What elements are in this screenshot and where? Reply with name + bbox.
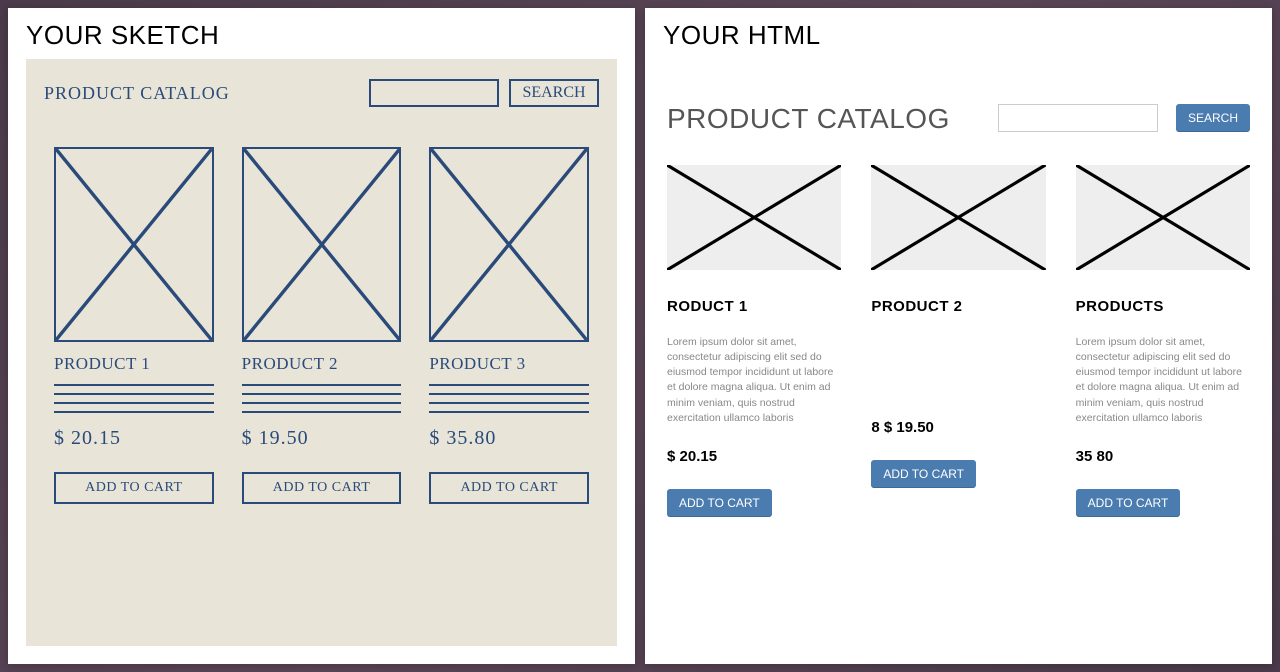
sketch-product-1: PRODUCT 1 $ 20.15 ADD TO CART [54, 147, 214, 504]
html-panel-title: YOUR HTML [645, 8, 1272, 59]
sketch-desc-lines [54, 384, 214, 413]
sketch-product-price: $ 35.80 [429, 427, 589, 450]
placeholder-image-icon [242, 147, 402, 342]
sketch-panel: YOUR SKETCH PRODUCT CATALOG SEARCH PRODU… [8, 8, 635, 664]
sketch-product-2: PRODUCT 2 $ 19.50 ADD TO CART [242, 147, 402, 504]
product-price: $ 20.15 [667, 448, 841, 465]
html-panel: YOUR HTML PRODUCT CATALOG SEARCH RODUCT … [645, 8, 1272, 664]
product-price: 35 80 [1076, 448, 1250, 465]
sketch-product-3: PRODUCT 3 $ 35.80 ADD TO CART [429, 147, 589, 504]
product-card-3: PRODUCTS Lorem ipsum dolor sit amet, con… [1076, 165, 1250, 517]
placeholder-image-icon [429, 147, 589, 342]
product-name: PRODUCTS [1076, 298, 1250, 315]
sketch-desc-lines [242, 384, 402, 413]
placeholder-image-icon [1076, 165, 1250, 270]
sketch-add-to-cart: ADD TO CART [242, 472, 402, 504]
product-price: 8 $ 19.50 [871, 419, 1045, 436]
sketch-panel-title: YOUR SKETCH [8, 8, 635, 59]
sketch-product-name: PRODUCT 1 [54, 354, 214, 374]
sketch-add-to-cart: ADD TO CART [54, 472, 214, 504]
sketch-product-name: PRODUCT 3 [429, 354, 589, 374]
placeholder-image-icon [54, 147, 214, 342]
sketch-search-input [369, 79, 499, 107]
add-to-cart-button[interactable]: ADD TO CART [1076, 489, 1181, 517]
sketch-photo: PRODUCT CATALOG SEARCH PRODUCT 1 $ 20.15… [26, 59, 617, 646]
search-input[interactable] [998, 104, 1158, 132]
product-description [871, 335, 1045, 397]
add-to-cart-button[interactable]: ADD TO CART [667, 489, 772, 517]
catalog-title: PRODUCT CATALOG [667, 104, 980, 135]
product-card-2: PRODUCT 2 8 $ 19.50 ADD TO CART [871, 165, 1045, 517]
sketch-add-to-cart: ADD TO CART [429, 472, 589, 504]
placeholder-image-icon [667, 165, 841, 270]
product-card-1: RODUCT 1 Lorem ipsum dolor sit amet, con… [667, 165, 841, 517]
product-name: PRODUCT 2 [871, 298, 1045, 315]
sketch-desc-lines [429, 384, 589, 413]
search-button[interactable]: SEARCH [1176, 104, 1250, 132]
sketch-product-price: $ 19.50 [242, 427, 402, 450]
placeholder-image-icon [871, 165, 1045, 270]
sketch-catalog-title: PRODUCT CATALOG [44, 83, 359, 104]
add-to-cart-button[interactable]: ADD TO CART [871, 460, 976, 488]
sketch-search-button: SEARCH [509, 79, 599, 107]
product-description: Lorem ipsum dolor sit amet, consectetur … [1076, 335, 1250, 426]
sketch-product-name: PRODUCT 2 [242, 354, 402, 374]
product-name: RODUCT 1 [667, 298, 841, 315]
sketch-product-price: $ 20.15 [54, 427, 214, 450]
product-description: Lorem ipsum dolor sit amet, consectetur … [667, 335, 841, 426]
